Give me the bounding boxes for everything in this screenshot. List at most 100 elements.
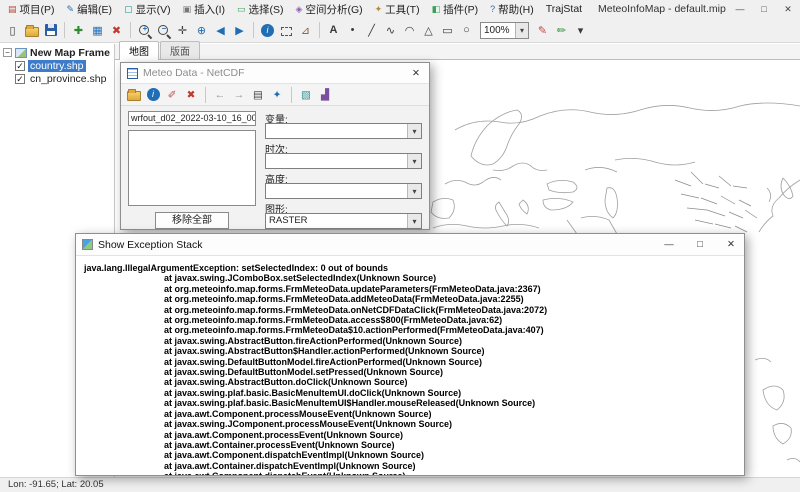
remove-layer-icon[interactable]: ✖ bbox=[108, 22, 125, 39]
exception-dialog: Show Exception Stack — □ ✕ java.lang.Ill… bbox=[75, 233, 745, 476]
zoom-out-icon[interactable]: − bbox=[155, 22, 172, 39]
zoom-level-combo[interactable]: 100% ▾ bbox=[480, 22, 529, 39]
layer-name[interactable]: cn_province.shp bbox=[28, 73, 108, 85]
exception-maximize-button[interactable]: □ bbox=[687, 234, 713, 255]
stack-line: at org.meteoinfo.map.forms.FrmMeteoData$… bbox=[84, 325, 744, 335]
vertex-icon[interactable]: ✏ bbox=[553, 22, 570, 39]
stack-line: at java.awt.Component.dispatchEvent(Unkn… bbox=[84, 471, 744, 475]
data-file-listbox[interactable] bbox=[128, 130, 256, 206]
maximize-button[interactable]: □ bbox=[752, 0, 776, 18]
chart-icon[interactable]: ▟ bbox=[317, 87, 333, 103]
meteo-dialog-icon bbox=[127, 68, 138, 79]
full-extent-icon[interactable]: ⊕ bbox=[193, 22, 210, 39]
menu-view[interactable]: ▢ 显示(V) bbox=[118, 0, 177, 18]
chevron-down-icon[interactable]: ▾ bbox=[407, 124, 421, 138]
line-icon[interactable]: ╱ bbox=[363, 22, 380, 39]
point-icon[interactable]: • bbox=[344, 22, 361, 39]
overflow-dropdown-icon[interactable]: ▾ bbox=[572, 22, 589, 39]
minimize-button[interactable]: — bbox=[728, 0, 752, 18]
stack-line: at javax.swing.JComponent.processMouseEv… bbox=[84, 419, 744, 429]
minus-glyph: − bbox=[160, 25, 168, 33]
data-info-icon[interactable]: i bbox=[145, 87, 161, 103]
menu-geoprocessing-label: 空间分析(G) bbox=[305, 2, 362, 17]
stack-line: at org.meteoinfo.map.forms.FrmMeteoData.… bbox=[84, 294, 744, 304]
prev-extent-icon[interactable]: ◀ bbox=[212, 22, 229, 39]
chevron-down-icon[interactable]: ▾ bbox=[407, 184, 421, 198]
dimension-set-icon[interactable]: ▤ bbox=[250, 87, 266, 103]
toolbar-separator bbox=[130, 22, 131, 38]
exception-minimize-button[interactable]: — bbox=[656, 234, 682, 255]
settings-icon[interactable]: ✦ bbox=[269, 87, 285, 103]
meteo-dialog-title: Meteo Data - NetCDF bbox=[143, 67, 398, 79]
menu-insert[interactable]: ▣ 插入(I) bbox=[177, 0, 231, 18]
zoom-in-icon[interactable]: + bbox=[136, 22, 153, 39]
add-layer-icon[interactable]: ✚ bbox=[70, 22, 87, 39]
graphic-combo[interactable]: RASTER ▾ bbox=[265, 213, 422, 229]
level-label: 高度: bbox=[265, 171, 422, 183]
exception-dialog-title: Show Exception Stack bbox=[98, 239, 651, 251]
meteo-dialog-close-button[interactable]: ✕ bbox=[403, 63, 429, 84]
tree-root-map-frame[interactable]: − New Map Frame bbox=[0, 46, 114, 59]
open-project-icon[interactable] bbox=[23, 22, 40, 39]
measure-icon[interactable]: ⊿ bbox=[297, 22, 314, 39]
pan-icon[interactable]: ✛ bbox=[174, 22, 191, 39]
menu-geoprocessing[interactable]: ◈ 空间分析(G) bbox=[290, 0, 369, 18]
remove-all-button[interactable]: 移除全部 bbox=[155, 212, 229, 229]
polygon-icon[interactable]: △ bbox=[420, 22, 437, 39]
time-combo[interactable]: ▾ bbox=[265, 153, 422, 169]
menu-tools[interactable]: ✦ 工具(T) bbox=[369, 0, 426, 18]
exception-close-button[interactable]: ✕ bbox=[718, 234, 744, 255]
image-icon[interactable]: ▧ bbox=[298, 87, 314, 103]
meteo-data-dialog: Meteo Data - NetCDF ✕ i ✐ ✖ ← → ▤ ✦ ▧ ▟ … bbox=[120, 62, 430, 230]
layer-row-cn-province[interactable]: ✓ cn_province.shp bbox=[0, 72, 114, 85]
layer-checkbox[interactable]: ✓ bbox=[15, 61, 25, 71]
close-button[interactable]: ✕ bbox=[776, 0, 800, 18]
pen-icon[interactable]: ✎ bbox=[534, 22, 551, 39]
chevron-down-icon[interactable]: ▾ bbox=[515, 23, 528, 38]
identify-icon[interactable]: i bbox=[259, 22, 276, 39]
next-time-icon[interactable]: → bbox=[231, 87, 247, 103]
level-combo[interactable]: ▾ bbox=[265, 183, 422, 199]
map-frame-label: New Map Frame bbox=[30, 47, 110, 59]
exception-dialog-titlebar: Show Exception Stack — □ ✕ bbox=[76, 234, 744, 256]
app-window: ▤ 项目(P) ✎ 编辑(E) ▢ 显示(V) ▣ 插入(I) ▭ 选择(S) … bbox=[0, 0, 800, 492]
layer-row-country[interactable]: ✓ country.shp bbox=[0, 59, 114, 72]
dashed-box-icon bbox=[281, 27, 292, 36]
remove-data-icon[interactable]: ✖ bbox=[183, 87, 199, 103]
new-project-icon[interactable]: ▯ bbox=[4, 22, 21, 39]
select-feature-icon[interactable] bbox=[278, 22, 295, 39]
tab-map[interactable]: 地图 bbox=[119, 41, 159, 60]
stack-line: at java.awt.Component.dispatchEventImpl(… bbox=[84, 450, 744, 460]
circle-icon[interactable]: ○ bbox=[458, 22, 475, 39]
label-icon[interactable]: A bbox=[325, 22, 342, 39]
rect-icon[interactable]: ▭ bbox=[439, 22, 456, 39]
tab-layout[interactable]: 版面 bbox=[160, 41, 200, 59]
chevron-down-icon[interactable]: ▾ bbox=[407, 154, 421, 168]
draw-setting-icon[interactable]: ✐ bbox=[164, 87, 180, 103]
menu-plugin[interactable]: ◧ 插件(P) bbox=[426, 0, 485, 18]
menu-project[interactable]: ▤ 项目(P) bbox=[2, 0, 61, 18]
titlebar: ▤ 项目(P) ✎ 编辑(E) ▢ 显示(V) ▣ 插入(I) ▭ 选择(S) … bbox=[0, 0, 800, 18]
time-label: 时次: bbox=[265, 141, 422, 153]
arc-icon[interactable]: ◠ bbox=[401, 22, 418, 39]
data-file-selected[interactable]: wrfout_d02_2022-03-10_16_00_00 bbox=[128, 111, 256, 126]
menu-help[interactable]: ? 帮助(H) bbox=[484, 0, 540, 18]
meteo-data-icon[interactable]: ▦ bbox=[89, 22, 106, 39]
variable-combo[interactable]: ▾ bbox=[265, 123, 422, 139]
collapse-icon[interactable]: − bbox=[3, 48, 12, 57]
menu-selection[interactable]: ▭ 选择(S) bbox=[231, 0, 290, 18]
save-project-icon[interactable] bbox=[42, 22, 59, 39]
prev-time-icon[interactable]: ← bbox=[212, 87, 228, 103]
open-data-icon[interactable] bbox=[126, 87, 142, 103]
window-title: MeteoInfoMap - default.mip bbox=[598, 0, 726, 18]
curve-icon[interactable]: ∿ bbox=[382, 22, 399, 39]
stack-line: at java.awt.Component.processMouseEvent(… bbox=[84, 409, 744, 419]
next-extent-icon[interactable]: ▶ bbox=[231, 22, 248, 39]
chevron-down-icon[interactable]: ▾ bbox=[407, 214, 421, 228]
project-menu-icon: ▤ bbox=[8, 5, 17, 14]
layer-checkbox[interactable]: ✓ bbox=[15, 74, 25, 84]
layer-name[interactable]: country.shp bbox=[28, 60, 86, 72]
menu-edit[interactable]: ✎ 编辑(E) bbox=[61, 0, 119, 18]
stack-trace-area[interactable]: java.lang.IllegalArgumentException: setS… bbox=[76, 256, 744, 475]
menu-trajstat[interactable]: TrajStat bbox=[540, 0, 588, 18]
